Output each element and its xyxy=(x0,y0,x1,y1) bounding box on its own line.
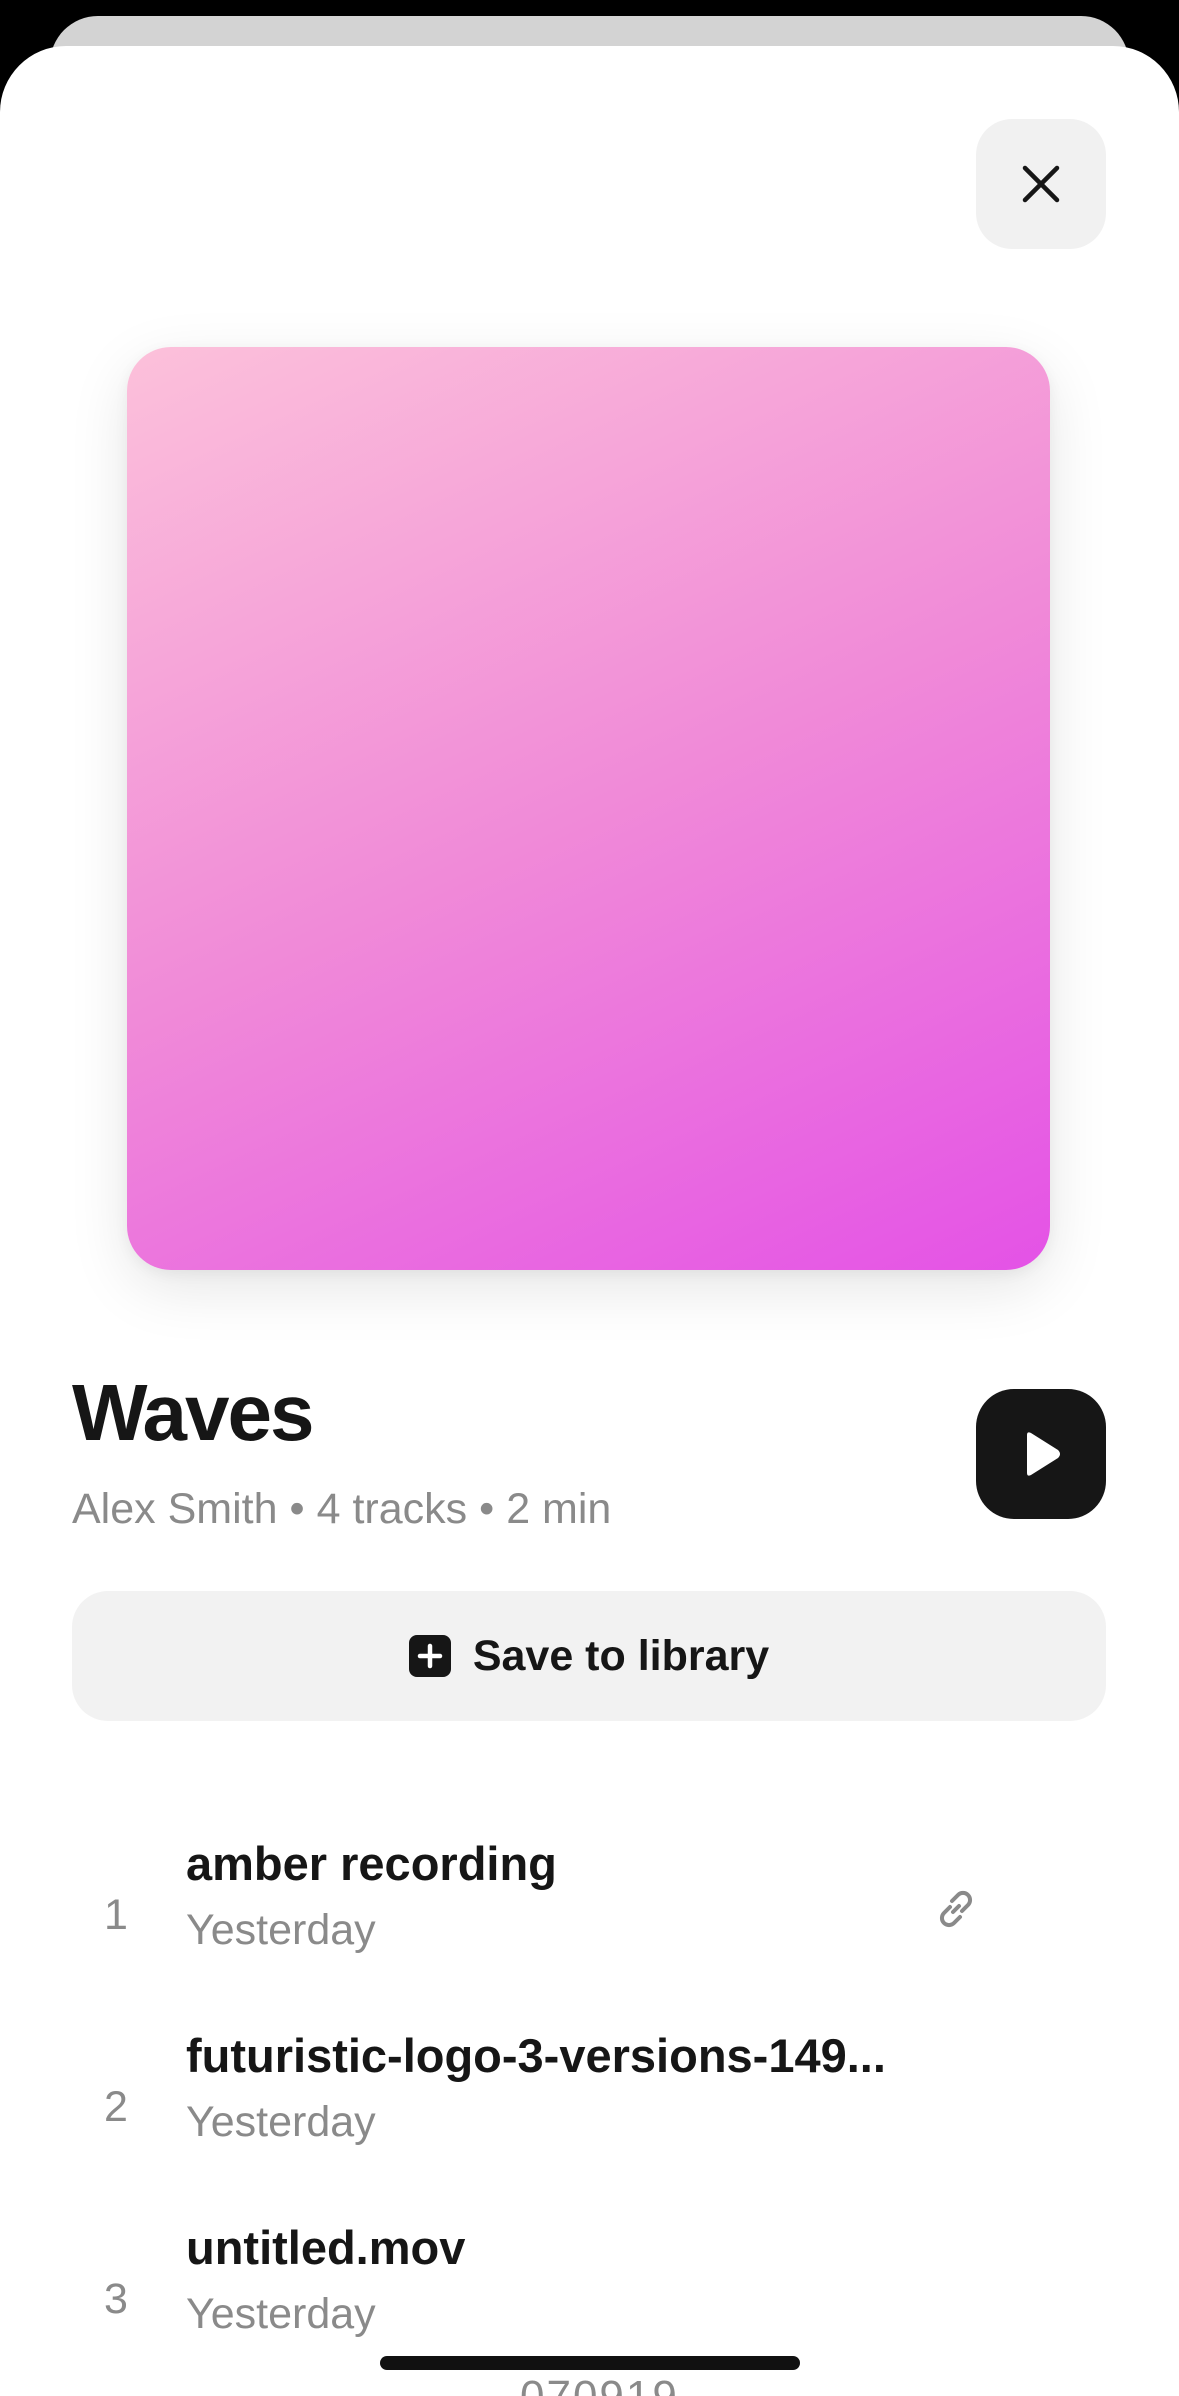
screen: Waves Alex Smith • 4 tracks • 2 min Save to … xyxy=(0,0,1179,2396)
playlist-title: Waves xyxy=(72,1368,315,1457)
playlist-meta: Alex Smith • 4 tracks • 2 min xyxy=(72,1488,611,1531)
track-row[interactable]: 2 futuristic-logo-3-versions-149... Yest… xyxy=(0,2028,1179,2220)
playlist-artwork xyxy=(127,347,1050,1270)
track-number: 2 xyxy=(104,2083,128,2131)
close-button[interactable] xyxy=(976,119,1106,249)
track-date: Yesterday xyxy=(186,2098,376,2146)
playlist-track-count: 4 tracks xyxy=(316,1485,468,1533)
track-date: Yesterday xyxy=(186,2290,376,2338)
track-number: 1 xyxy=(104,1891,128,1939)
home-indicator xyxy=(380,2356,800,2370)
playlist-owner: Alex Smith xyxy=(72,1485,278,1533)
partially-visible-text: 070919 xyxy=(520,2372,679,2396)
close-icon xyxy=(1022,165,1060,203)
track-title: untitled.mov xyxy=(186,2221,466,2274)
save-label: Save to library xyxy=(472,1631,770,1680)
play-button[interactable] xyxy=(976,1389,1106,1519)
meta-separator: • xyxy=(289,1485,305,1533)
playlist-duration: 2 min xyxy=(506,1485,612,1533)
play-icon xyxy=(1027,1432,1060,1476)
link-icon[interactable] xyxy=(930,1883,982,1935)
track-date: Yesterday xyxy=(186,1906,376,1954)
plus-square-icon xyxy=(408,1635,451,1677)
save-to-library-button[interactable]: Save to library xyxy=(72,1591,1106,1721)
track-title: futuristic-logo-3-versions-149... xyxy=(186,2029,886,2082)
playlist-sheet: Waves Alex Smith • 4 tracks • 2 min Save to … xyxy=(0,46,1179,2396)
meta-separator: • xyxy=(479,1485,495,1533)
track-row[interactable]: 1 amber recording Yesterday xyxy=(0,1836,1179,2028)
track-list: 1 amber recording Yesterday 2 futuristic… xyxy=(0,1836,1179,2396)
track-title: amber recording xyxy=(186,1837,557,1890)
track-number: 3 xyxy=(104,2275,128,2323)
